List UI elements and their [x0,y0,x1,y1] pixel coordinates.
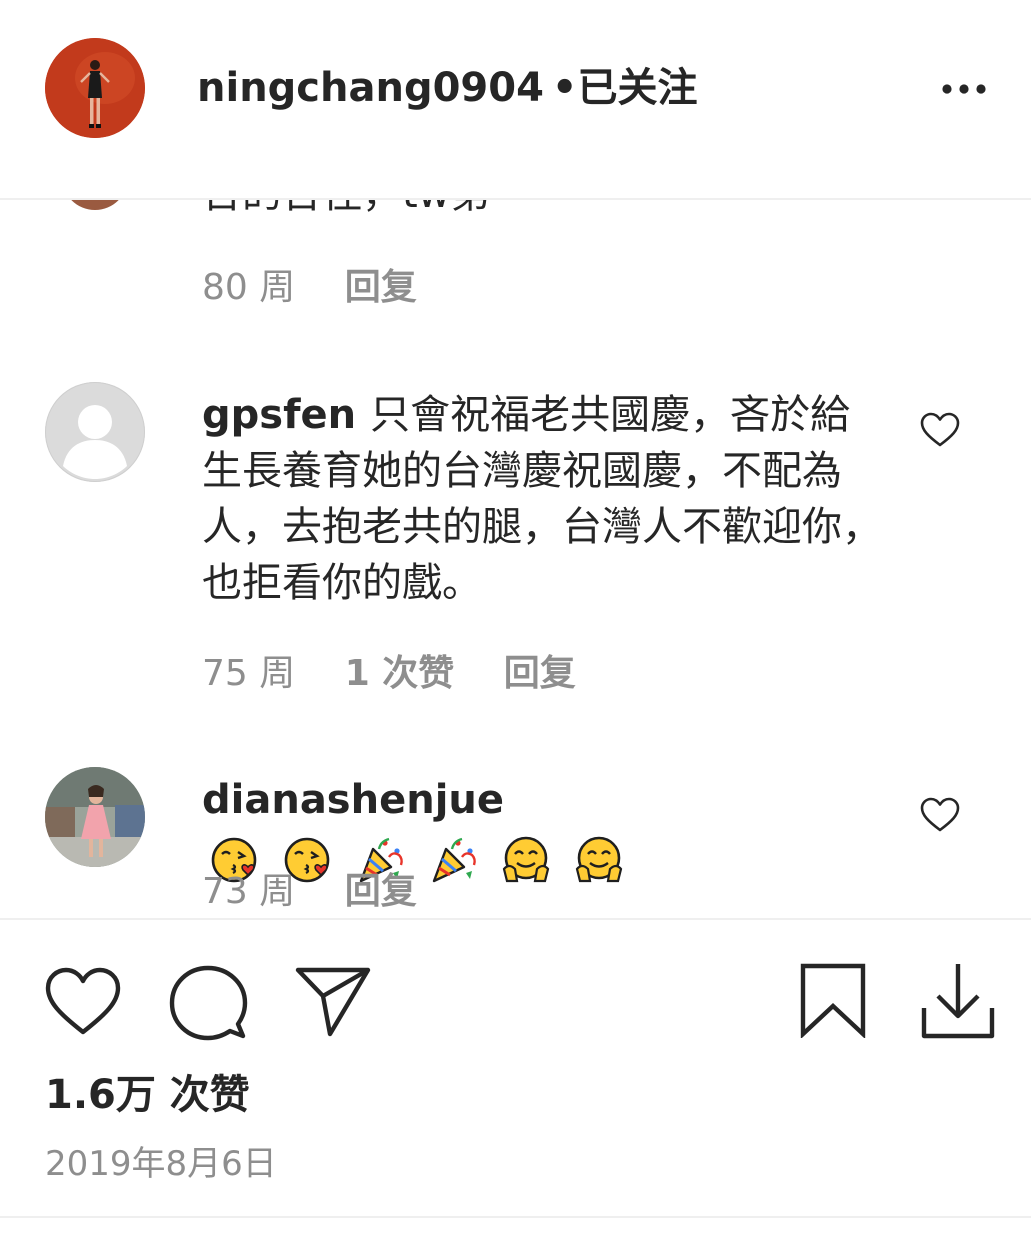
comment-like-heart-icon[interactable] [920,412,960,448]
comment-username[interactable]: gpsfen [202,392,356,438]
comment-likes-button[interactable]: 1 次赞 [345,654,455,694]
download-icon[interactable] [920,960,996,1040]
post-actions-panel: 1.6万 次赞 2019年8月6日 [0,918,1031,1238]
heart-icon[interactable] [44,966,122,1038]
comment-like-heart-icon[interactable] [920,797,960,833]
reply-button[interactable]: 回复 [345,872,417,912]
author-username[interactable]: ningchang0904 [197,65,544,111]
hugging-face-icon [502,836,550,883]
comment-username[interactable]: dianashenjue [202,777,504,823]
comment-time: 75 周 [202,653,296,694]
post-header: ningchang0904 •已关注 [0,0,1031,200]
comment-meta: 73 周 回复 [202,872,417,912]
header-separator: • [551,65,578,111]
comment-avatar-dianashenjue[interactable] [45,767,145,867]
comment-meta: 80 周 回复 [202,268,417,308]
reply-button[interactable]: 回复 [345,268,417,308]
more-horizontal-icon[interactable] [940,78,988,100]
party-popper-icon [432,837,477,883]
comment-meta: 75 周 1 次赞 回复 [202,654,576,694]
comment-body: gpsfen 只會祝福老共國慶，吝於給生長養育她的台灣慶祝國慶，不配為人，去抱老共… [202,387,882,611]
header-user-line: ningchang0904 •已关注 [197,58,698,118]
hugging-face-icon [575,836,622,883]
author-avatar[interactable] [45,38,145,138]
send-icon[interactable] [294,966,372,1038]
comment-icon[interactable] [168,964,248,1044]
divider [0,1216,1031,1218]
profile-photo-red-background [45,38,145,138]
bookmark-icon[interactable] [799,962,867,1038]
post-likes-count[interactable]: 1.6万 次赞 [45,1070,250,1120]
comment-avatar-gpsfen[interactable] [45,382,145,482]
default-avatar-icon [46,383,144,481]
profile-photo-pink-dress [45,767,145,867]
comment-time: 80 周 [202,267,296,308]
reply-button[interactable]: 回复 [504,654,576,694]
follow-status-button[interactable]: 已关注 [578,65,698,111]
comment-time: 73 周 [202,871,296,912]
post-date: 2019年8月6日 [45,1144,277,1184]
comment-body: dianashenjue [202,772,882,886]
